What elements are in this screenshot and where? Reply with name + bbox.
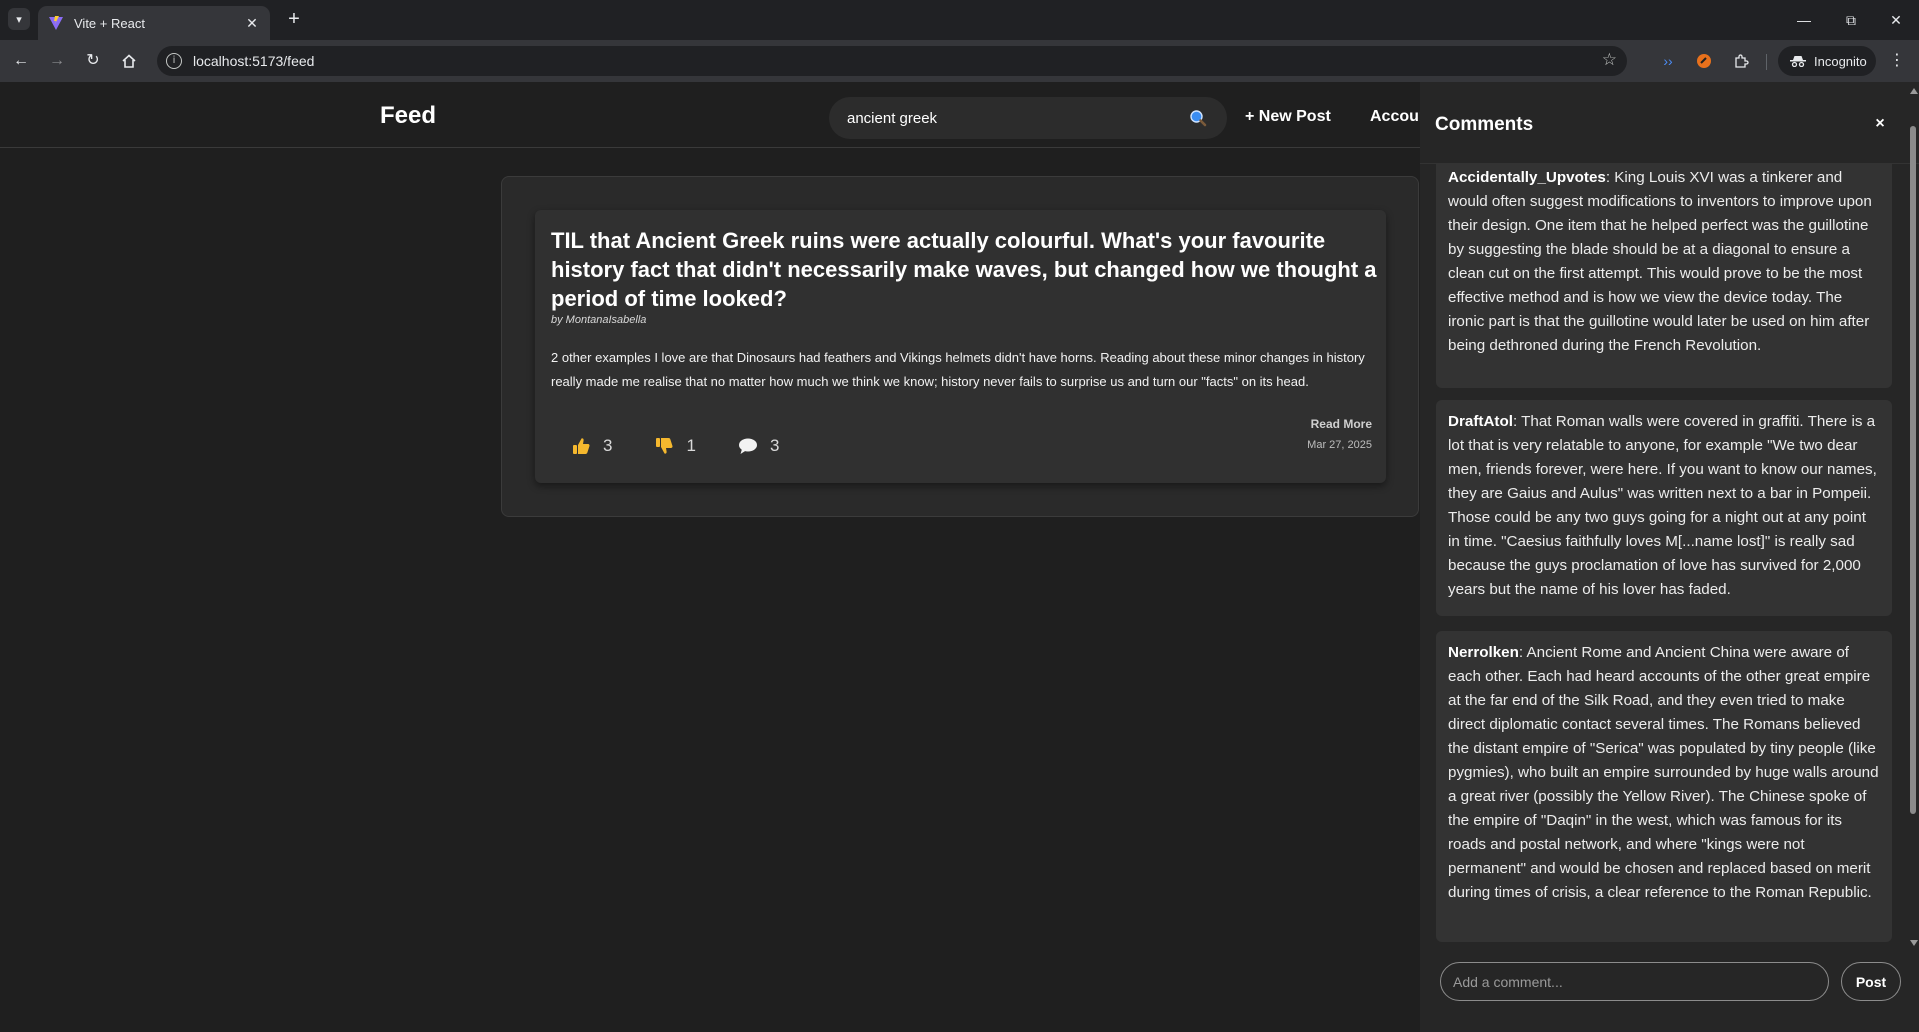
home-icon[interactable]	[118, 50, 140, 72]
post-author: by MontanaIsabella	[551, 314, 647, 326]
comment-author[interactable]: Nerrolken	[1448, 644, 1519, 661]
comments-header: Comments ×	[1420, 82, 1919, 164]
comments-list[interactable]: Accidentally_Upvotes: King Louis XVI was…	[1420, 164, 1900, 1024]
new-post-button[interactable]: + New Post	[1245, 108, 1331, 126]
comment-body: : King Louis XVI was a tinkerer and woul…	[1448, 169, 1872, 354]
comment-author[interactable]: Accidentally_Upvotes	[1448, 169, 1606, 186]
vite-logo-icon	[49, 16, 63, 30]
comment-count: 3	[769, 436, 780, 455]
app-root: Feed + New Post Accour TIL that Ancient …	[0, 82, 1919, 1032]
comment-input[interactable]	[1440, 962, 1829, 1001]
more-menu-icon[interactable]: ⋮	[1888, 50, 1906, 70]
post-body: 2 other examples I love are that Dinosau…	[551, 350, 1365, 389]
post-title[interactable]: TIL that Ancient Greek ruins were actual…	[551, 226, 1379, 313]
page-title: Feed	[380, 102, 437, 129]
app-header: Feed + New Post Accour	[0, 82, 1425, 148]
comment-author[interactable]: DraftAtol	[1448, 413, 1513, 430]
chevron-down-icon[interactable]: ▾	[8, 8, 30, 30]
star-icon[interactable]: ☆	[1602, 50, 1617, 70]
minimize-icon[interactable]: —	[1790, 8, 1818, 32]
extension-orange-icon[interactable]	[1694, 51, 1714, 71]
comments-sidebar: Comments × Accidentally_Upvotes: King Lo…	[1420, 82, 1919, 1032]
account-link[interactable]: Accour	[1370, 108, 1425, 126]
new-tab-icon[interactable]: +	[282, 8, 306, 32]
read-more-link[interactable]: Read More	[1311, 417, 1372, 431]
comments-button[interactable]: 3	[738, 436, 779, 456]
comment-item: Nerrolken: Ancient Rome and Ancient Chin…	[1436, 631, 1892, 942]
toolbar-divider	[1766, 54, 1767, 70]
scroll-up-icon[interactable]	[1910, 88, 1918, 94]
thumbs-down-icon	[656, 438, 673, 454]
comment-text: DraftAtol: That Roman walls were covered…	[1448, 410, 1880, 602]
like-count: 3	[603, 436, 613, 455]
browser-tab[interactable]: Vite + React ✕	[38, 6, 270, 40]
dislike-count: 1	[686, 436, 696, 455]
post-comment-button[interactable]: Post	[1841, 962, 1901, 1001]
browser-toolbar: ← → ↻ i localhost:5173/feed ☆ ›› Incogni…	[0, 40, 1919, 82]
magnifier-icon[interactable]	[1189, 109, 1207, 127]
incognito-label: Incognito	[1814, 53, 1867, 69]
dislike-button[interactable]: 1	[654, 436, 696, 456]
close-tab-icon[interactable]: ✕	[244, 15, 260, 32]
like-button[interactable]: 3	[571, 436, 612, 456]
post-actions: 3 1 3	[571, 436, 821, 456]
post-card[interactable]: TIL that Ancient Greek ruins were actual…	[535, 210, 1386, 483]
comment-body: : That Roman walls were covered in graff…	[1448, 413, 1877, 598]
incognito-badge[interactable]: Incognito	[1778, 46, 1876, 76]
comment-text: Nerrolken: Ancient Rome and Ancient Chin…	[1448, 641, 1880, 905]
puzzle-icon[interactable]	[1731, 51, 1751, 71]
close-icon[interactable]: ×	[1870, 114, 1890, 134]
comment-item: Accidentally_Upvotes: King Louis XVI was…	[1436, 164, 1892, 388]
scrollbar-thumb[interactable]	[1910, 126, 1916, 814]
feed-container: TIL that Ancient Greek ruins were actual…	[501, 176, 1419, 517]
post-date: Mar 27, 2025	[1307, 439, 1372, 451]
reload-icon[interactable]: ↻	[82, 50, 104, 72]
address-bar[interactable]: i localhost:5173/feed ☆	[157, 46, 1627, 76]
back-icon[interactable]: ←	[10, 50, 32, 72]
forward-icon[interactable]: →	[46, 50, 68, 72]
comments-title: Comments	[1435, 114, 1534, 135]
url-text[interactable]: localhost:5173/feed	[193, 53, 314, 69]
comment-body: : Ancient Rome and Ancient China were aw…	[1448, 644, 1879, 901]
scroll-down-icon[interactable]	[1910, 940, 1918, 946]
search-bar[interactable]	[829, 97, 1227, 139]
restore-icon[interactable]: ⧉	[1837, 8, 1865, 32]
speech-bubble-icon	[738, 438, 757, 454]
info-icon[interactable]: i	[166, 53, 182, 69]
incognito-icon	[1790, 56, 1806, 67]
comment-text: Accidentally_Upvotes: King Louis XVI was…	[1448, 166, 1880, 358]
comment-item: DraftAtol: That Roman walls were covered…	[1436, 400, 1892, 616]
browser-tabstrip: ▾ Vite + React ✕ + — ⧉ ✕	[0, 0, 1919, 40]
thumbs-up-icon	[573, 438, 590, 454]
comments-scrollbar[interactable]	[1908, 86, 1918, 948]
extension-audio-icon[interactable]: ››	[1658, 51, 1678, 71]
search-input[interactable]	[847, 107, 1177, 129]
tab-title: Vite + React	[74, 15, 145, 31]
close-window-icon[interactable]: ✕	[1882, 8, 1910, 32]
